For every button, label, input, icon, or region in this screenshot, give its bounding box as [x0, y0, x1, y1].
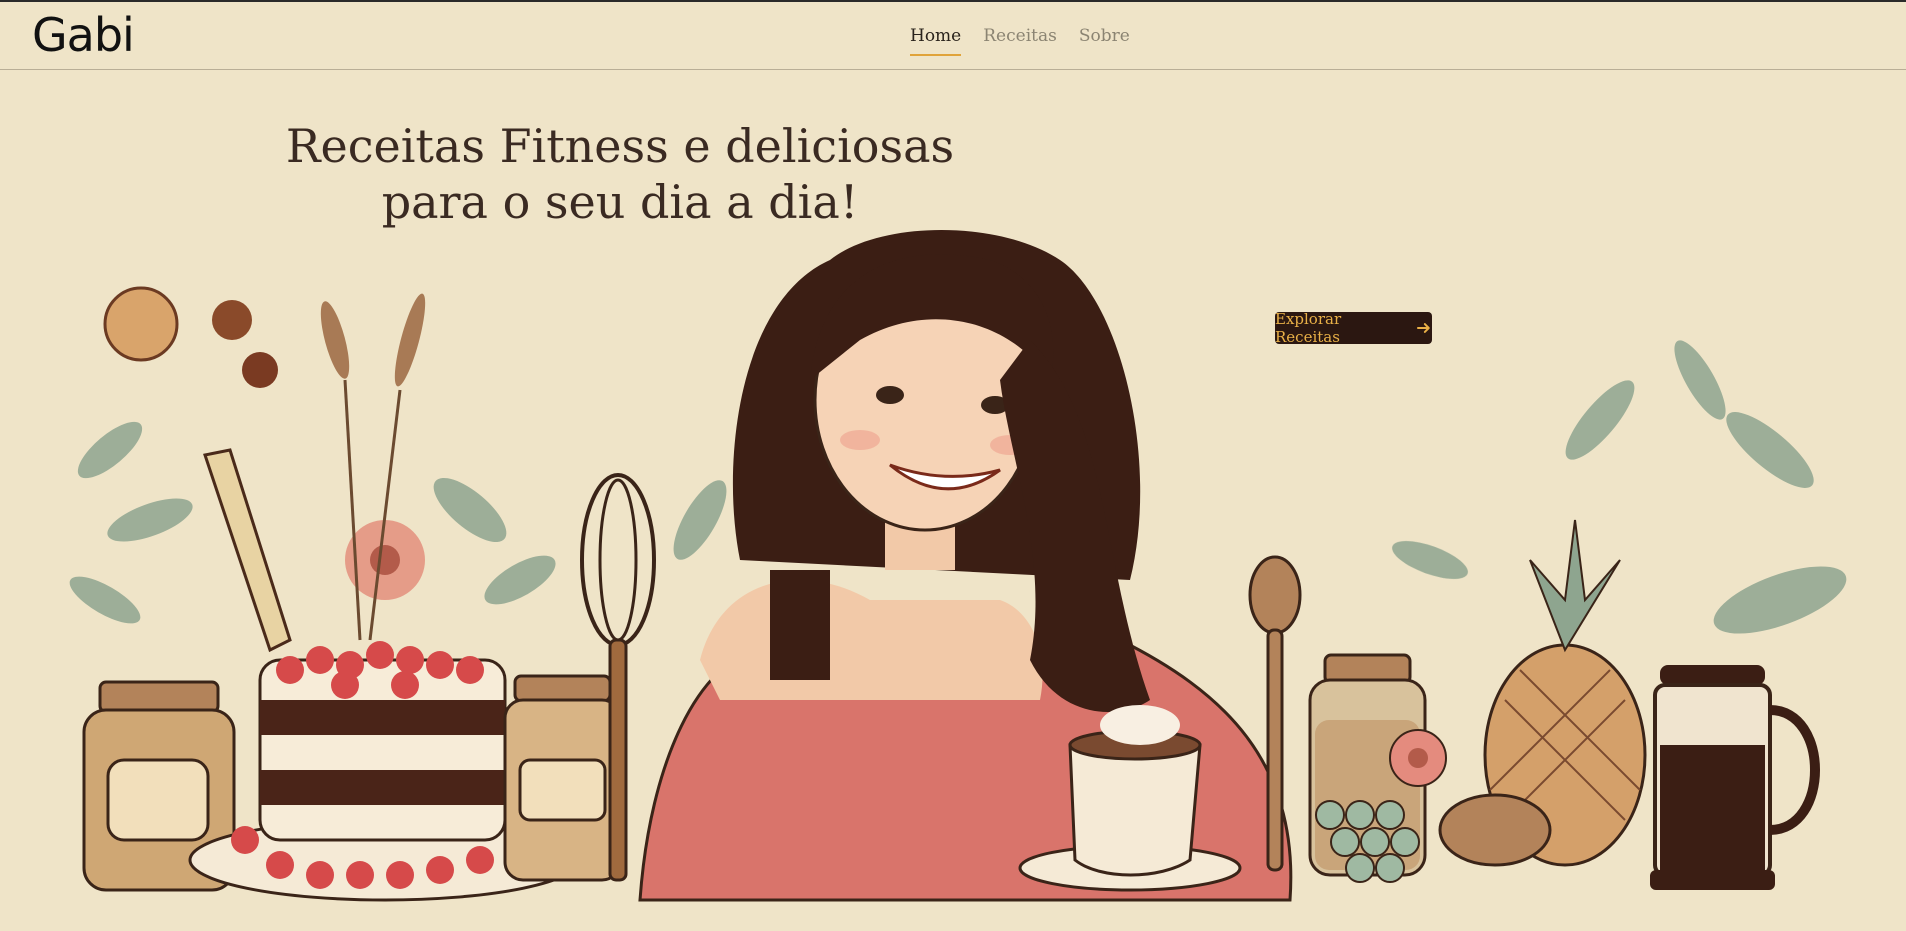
jar-middle — [503, 674, 622, 882]
explore-recipes-label: Explorar Receitas — [1275, 310, 1342, 346]
arrow-right-icon — [1417, 323, 1431, 333]
rose-icon — [1389, 729, 1447, 787]
french-press-icon — [1650, 665, 1820, 890]
knife-icon — [203, 448, 292, 653]
coconut-icon — [1438, 793, 1552, 867]
hero-illustration — [69, 230, 1847, 902]
woman-illustration — [638, 230, 1293, 902]
leaves-right — [1392, 340, 1847, 634]
cookie-icon — [103, 286, 179, 362]
explore-recipes-button[interactable]: Explorar Receitas — [1275, 310, 1432, 346]
nut-icon — [212, 300, 252, 340]
